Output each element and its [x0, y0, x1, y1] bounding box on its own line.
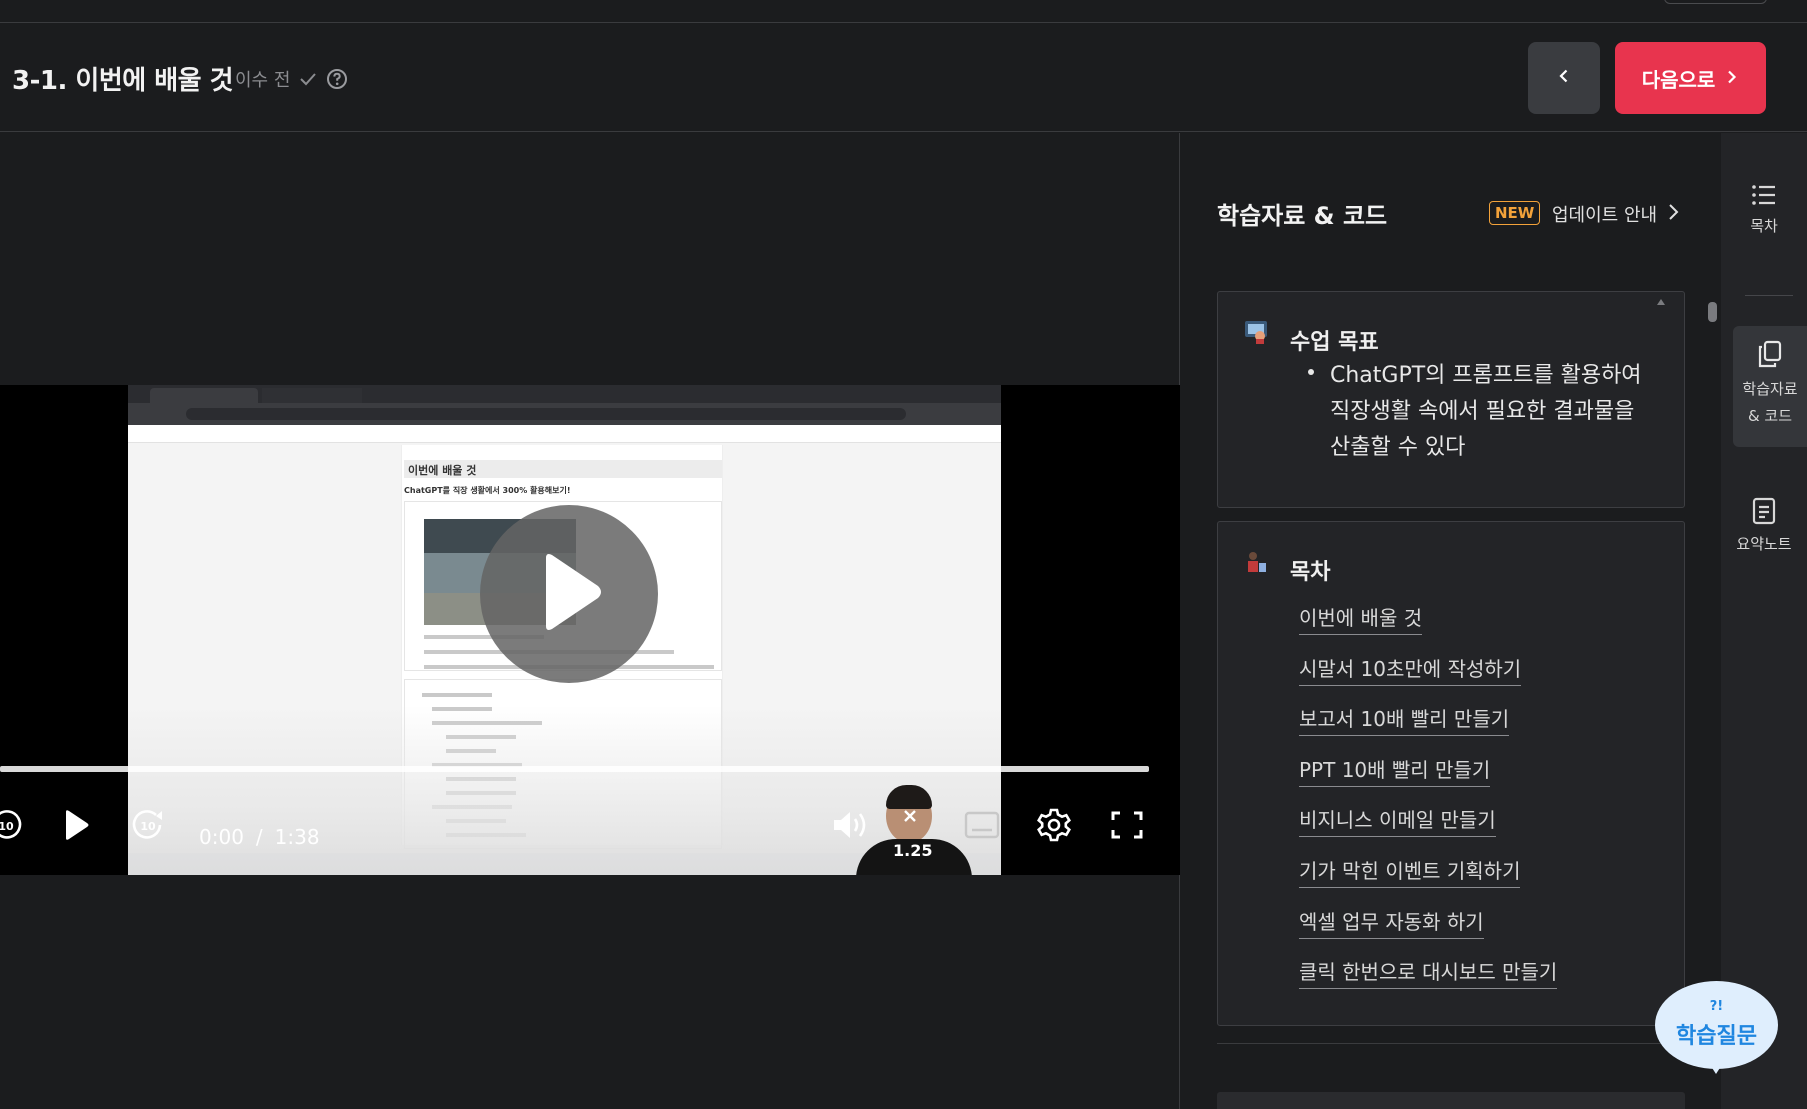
playback-speed[interactable]: 1.25 — [893, 841, 932, 860]
toc-card: 목차 이번에 배울 것 시말서 10초만에 작성하기 보고서 10배 빨리 만들… — [1217, 521, 1685, 1026]
top-strip — [0, 0, 1807, 23]
side-tabs: 목차 학습자료 & 코드 요약노트 — [1721, 133, 1807, 1109]
recorded-notion-bar — [128, 425, 1001, 443]
recorded-browser-tabs — [128, 385, 1001, 403]
video-progress-bar[interactable] — [0, 766, 1149, 772]
side-tab-notes-label: 요약노트 — [1736, 535, 1792, 553]
goal-bullet — [1308, 369, 1314, 375]
play-icon — [534, 552, 604, 636]
fullscreen-icon[interactable] — [1107, 805, 1147, 845]
help-bubble-tail — [1707, 1060, 1725, 1074]
lesson-header: 3-1. 이번에 배울 것 이수 전 다음으로 — [0, 24, 1807, 132]
help-circle-icon[interactable] — [326, 68, 348, 90]
completion-status: 이수 전 — [235, 66, 348, 92]
goal-emoji-icon — [1244, 320, 1268, 344]
settings-gear-icon[interactable] — [1034, 805, 1074, 845]
next-lesson-button[interactable]: 다음으로 — [1615, 42, 1766, 114]
toc-title: 목차 — [1290, 560, 1331, 585]
toc-item-label[interactable]: 시말서 10초만에 작성하기 — [1299, 656, 1522, 686]
update-notice-link[interactable]: 업데이트 안내 — [1552, 201, 1679, 227]
close-speed-icon[interactable] — [899, 805, 921, 827]
svg-text:10: 10 — [0, 820, 14, 833]
video-player[interactable]: 이번에 배울 것 ChatGPT를 직장 생활에서 300% 활용해보기! 10… — [0, 385, 1180, 875]
toc-item[interactable]: 보고서 10배 빨리 만들기 — [1299, 703, 1557, 754]
side-tab-toc[interactable]: 목차 — [1721, 183, 1807, 236]
learning-question-label: 학습질문 — [1676, 1024, 1757, 1049]
toc-item[interactable]: 클릭 한번으로 대시보드 만들기 — [1299, 956, 1558, 1007]
resources-panel: 학습자료 & 코드 NEW 업데이트 안내 수업 목표 ChatGPT의 프롬프… — [1181, 133, 1721, 1109]
side-tab-resources[interactable]: 학습자료 & 코드 — [1733, 326, 1807, 447]
toc-item-label[interactable]: 보고서 10배 빨리 만들기 — [1299, 707, 1510, 737]
question-marks-icon: ?! — [1709, 999, 1724, 1014]
toc-emoji-icon — [1244, 550, 1268, 574]
toc-item[interactable]: 기가 막힌 이벤트 기획하기 — [1299, 855, 1557, 906]
new-badge: NEW — [1489, 201, 1541, 225]
forward-10-icon[interactable]: 10 — [128, 805, 168, 845]
class-goal-card: 수업 목표 ChatGPT의 프롬프트를 활용하여 직장생활 속에서 필요한 결… — [1217, 291, 1685, 508]
top-strip-button[interactable] — [1664, 0, 1767, 4]
big-play-button[interactable] — [480, 505, 658, 683]
chevron-left-icon — [1556, 68, 1572, 88]
scroll-up-arrow-icon[interactable] — [1656, 291, 1666, 310]
current-time: 0:00 — [199, 825, 244, 849]
side-divider — [1745, 295, 1793, 296]
chevron-right-icon — [1667, 203, 1679, 226]
status-text: 이수 전 — [235, 70, 291, 91]
recorded-browser-bar — [128, 403, 1001, 425]
goal-text: ChatGPT의 프롬프트를 활용하여 직장생활 속에서 필요한 결과물을 산출… — [1330, 363, 1642, 460]
toc-item[interactable]: 이번에 배울 것 — [1299, 602, 1557, 653]
toc-item-label[interactable]: 기가 막힌 이벤트 기획하기 — [1299, 858, 1521, 888]
play-small-icon[interactable] — [56, 805, 96, 845]
copy-icon — [1733, 340, 1807, 368]
toc-list: 이번에 배울 것 시말서 10초만에 작성하기 보고서 10배 빨리 만들기 P… — [1299, 602, 1558, 1007]
next-card-edge — [1217, 1092, 1685, 1109]
side-tab-resources-label-2: & 코드 — [1747, 407, 1793, 425]
volume-icon[interactable] — [828, 805, 874, 845]
side-tab-notes[interactable]: 요약노트 — [1721, 497, 1807, 554]
rewind-10-icon[interactable]: 10 — [0, 805, 26, 845]
check-icon — [298, 69, 318, 89]
next-button-label: 다음으로 — [1641, 67, 1716, 92]
scrollbar-thumb[interactable] — [1708, 302, 1717, 322]
lesson-title: 3-1. 이번에 배울 것 — [12, 66, 234, 96]
video-area: 이번에 배울 것 ChatGPT를 직장 생활에서 300% 활용해보기! 10… — [0, 133, 1180, 1109]
time-display: 0:00 / 1:38 — [199, 825, 320, 849]
toc-item[interactable]: 비지니스 이메일 만들기 — [1299, 804, 1557, 855]
panel-divider — [1217, 1043, 1685, 1044]
resources-title: 학습자료 & 코드 — [1217, 202, 1388, 230]
side-tab-resources-label-1: 학습자료 — [1742, 380, 1798, 398]
learning-question-button[interactable]: ?! 학습질문 — [1655, 981, 1778, 1069]
toc-item[interactable]: 엑셀 업무 자동화 하기 — [1299, 906, 1557, 957]
side-tab-toc-label: 목차 — [1750, 217, 1778, 235]
toc-item[interactable]: 시말서 10초만에 작성하기 — [1299, 653, 1557, 704]
time-separator: / — [255, 825, 263, 849]
toc-item-label[interactable]: 엑셀 업무 자동화 하기 — [1299, 909, 1484, 939]
toc-item-label[interactable]: PPT 10배 빨리 만들기 — [1299, 757, 1491, 787]
toc-item-label[interactable]: 클릭 한번으로 대시보드 만들기 — [1299, 960, 1558, 990]
list-icon — [1721, 183, 1807, 207]
svg-text:10: 10 — [140, 820, 156, 833]
recorded-heading: 이번에 배울 것 — [404, 460, 722, 478]
previous-lesson-button[interactable] — [1528, 42, 1600, 114]
update-notice-label: 업데이트 안내 — [1552, 205, 1658, 226]
toc-item-label[interactable]: 비지니스 이메일 만들기 — [1299, 808, 1496, 838]
captions-icon[interactable] — [960, 805, 1004, 845]
toc-item[interactable]: PPT 10배 빨리 만들기 — [1299, 754, 1557, 805]
chevron-right-icon — [1725, 66, 1739, 90]
recorded-subheading: ChatGPT를 직장 생활에서 300% 활용해보기! — [404, 486, 571, 495]
goal-title: 수업 목표 — [1290, 330, 1379, 355]
toc-item-label[interactable]: 이번에 배울 것 — [1299, 606, 1423, 635]
note-icon — [1721, 497, 1807, 525]
duration: 1:38 — [274, 825, 320, 849]
